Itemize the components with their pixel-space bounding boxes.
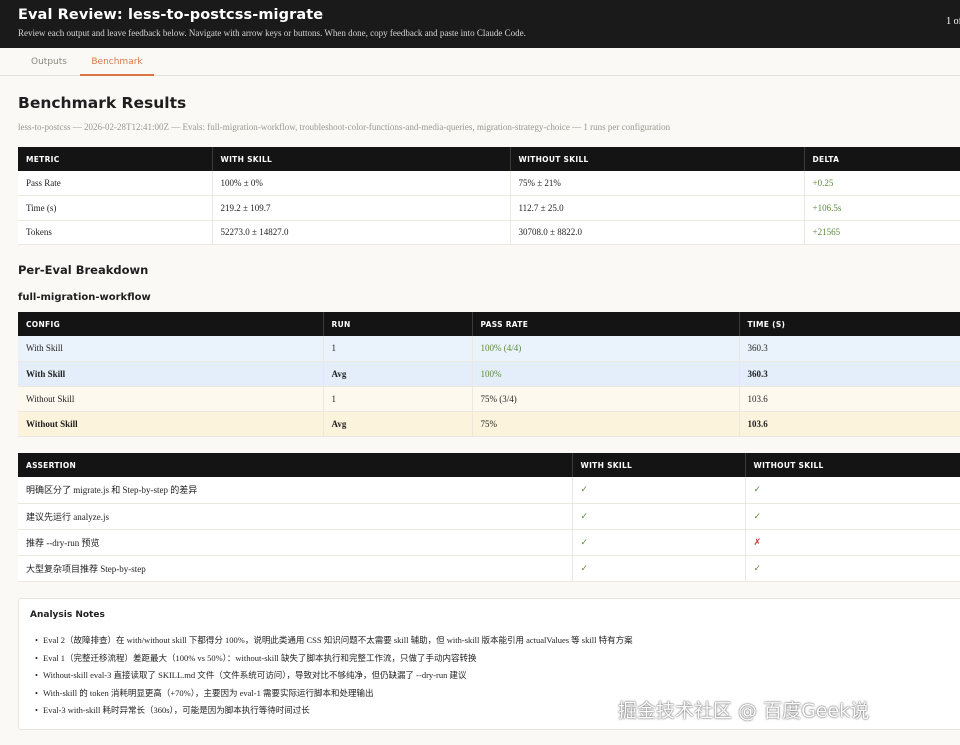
assertion-cell: 推荐 --dry-run 预览 (18, 529, 573, 556)
pass-rate-cell: 100% (4/4) (472, 336, 740, 362)
check-icon: ✓ (572, 503, 746, 530)
table-row: Without Skill Avg 75% 103.6 (18, 411, 960, 437)
check-icon: ✓ (745, 555, 960, 582)
benchmark-table: METRIC WITH SKILL WITHOUT SKILL DELTA Pa… (18, 147, 960, 245)
without-skill-cell: 30708.0 ± 8822.0 (510, 220, 805, 245)
column-header: WITHOUT SKILL (510, 147, 805, 171)
column-header: PASS RATE (472, 312, 740, 336)
table-row: Time (s) 219.2 ± 109.7 112.7 ± 25.0 +106… (18, 195, 960, 221)
analysis-notes-list: Eval 2（故障排查）在 with/without skill 下都得分 10… (35, 632, 633, 720)
check-icon: ✓ (572, 555, 746, 582)
run-cell: 1 (323, 386, 473, 412)
check-icon: ✓ (745, 477, 960, 504)
assertion-cell: 大型复杂项目推荐 Step-by-step (18, 555, 573, 582)
config-cell: Without Skill (18, 386, 324, 412)
run-cell: Avg (323, 361, 473, 387)
benchmark-meta: less-to-postcss — 2026-02-28T12:41:00Z —… (18, 122, 671, 132)
delta-cell: +0.25 (804, 171, 960, 196)
per-eval-table: CONFIG RUN PASS RATE TIME (S) With Skill… (18, 312, 960, 437)
assertion-cell: 建议先运行 analyze.js (18, 503, 573, 530)
table-row: With Skill Avg 100% 360.3 (18, 361, 960, 387)
table-header-row: CONFIG RUN PASS RATE TIME (S) (18, 312, 960, 336)
table-row: Pass Rate 100% ± 0% 75% ± 21% +0.25 (18, 171, 960, 196)
analysis-notes-title: Analysis Notes (30, 610, 105, 620)
page-header-subtitle: Review each output and leave feedback be… (18, 28, 526, 38)
metric-cell: Tokens (18, 220, 213, 245)
without-skill-cell: 112.7 ± 25.0 (510, 195, 805, 221)
item-counter: 1 of (946, 16, 960, 27)
column-header: METRIC (18, 147, 213, 171)
list-item: With-skill 的 token 消耗明显更高（+70%），主要因为 eva… (35, 685, 633, 703)
assertion-table: ASSERTION WITH SKILL WITHOUT SKILL 明确区分了… (18, 453, 960, 582)
metric-cell: Pass Rate (18, 171, 213, 196)
time-cell: 360.3 (739, 336, 960, 362)
check-icon: ✓ (745, 503, 960, 530)
column-header: CONFIG (18, 312, 324, 336)
time-cell: 360.3 (739, 361, 960, 387)
pass-rate-cell: 75% (472, 411, 740, 437)
column-header: ASSERTION (18, 453, 573, 477)
table-row: With Skill 1 100% (4/4) 360.3 (18, 336, 960, 362)
time-cell: 103.6 (739, 386, 960, 412)
without-skill-cell: 75% ± 21% (510, 171, 805, 196)
table-row: Tokens 52273.0 ± 14827.0 30708.0 ± 8822.… (18, 220, 960, 245)
check-icon: ✓ (572, 529, 746, 556)
check-icon: ✓ (572, 477, 746, 504)
list-item: Eval 2（故障排查）在 with/without skill 下都得分 10… (35, 632, 633, 650)
tab-benchmark[interactable]: Benchmark (80, 48, 154, 76)
table-row: 建议先运行 analyze.js ✓ ✓ (18, 503, 960, 530)
assertion-cell: 明确区分了 migrate.js 和 Step-by-step 的差异 (18, 477, 573, 504)
pass-rate-cell: 100% (472, 361, 740, 387)
list-item: Eval 1（完整迁移流程）差距最大（100% vs 50%）：without-… (35, 650, 633, 668)
watermark: 掘金技术社区 @ 百度Geek说 (618, 700, 870, 722)
benchmark-title: Benchmark Results (18, 94, 187, 112)
table-header-row: ASSERTION WITH SKILL WITHOUT SKILL (18, 453, 960, 477)
tab-outputs[interactable]: Outputs (18, 48, 80, 76)
config-cell: With Skill (18, 336, 324, 362)
breakdown-title: Per-Eval Breakdown (18, 263, 149, 277)
eval-name: full-migration-workflow (18, 292, 151, 303)
cross-icon: ✗ (745, 529, 960, 556)
config-cell: With Skill (18, 361, 324, 387)
column-header: DELTA (804, 147, 960, 171)
table-row: Without Skill 1 75% (3/4) 103.6 (18, 386, 960, 412)
table-row: 推荐 --dry-run 预览 ✓ ✗ (18, 529, 960, 556)
run-cell: 1 (323, 336, 473, 362)
page-header-title: Eval Review: less-to-postcss-migrate (18, 7, 324, 23)
table-header-row: METRIC WITH SKILL WITHOUT SKILL DELTA (18, 147, 960, 171)
column-header: WITHOUT SKILL (745, 453, 960, 477)
top-bar: Eval Review: less-to-postcss-migrate Rev… (0, 0, 960, 48)
column-header: TIME (S) (739, 312, 960, 336)
config-cell: Without Skill (18, 411, 324, 437)
column-header: WITH SKILL (572, 453, 746, 477)
column-header: WITH SKILL (212, 147, 511, 171)
metric-cell: Time (s) (18, 195, 213, 221)
list-item: Without-skill eval-3 直接读取了 SKILL.md 文件（文… (35, 667, 633, 685)
time-cell: 103.6 (739, 411, 960, 437)
with-skill-cell: 100% ± 0% (212, 171, 511, 196)
delta-cell: +21565 (804, 220, 960, 245)
pass-rate-cell: 75% (3/4) (472, 386, 740, 412)
delta-cell: +106.5s (804, 195, 960, 221)
list-item: Eval-3 with-skill 耗时异常长（360s），可能是因为脚本执行等… (35, 702, 633, 720)
with-skill-cell: 219.2 ± 109.7 (212, 195, 511, 221)
run-cell: Avg (323, 411, 473, 437)
tab-bar: Outputs Benchmark (0, 48, 960, 76)
table-row: 大型复杂项目推荐 Step-by-step ✓ ✓ (18, 555, 960, 582)
with-skill-cell: 52273.0 ± 14827.0 (212, 220, 511, 245)
column-header: RUN (323, 312, 473, 336)
table-row: 明确区分了 migrate.js 和 Step-by-step 的差异 ✓ ✓ (18, 477, 960, 504)
